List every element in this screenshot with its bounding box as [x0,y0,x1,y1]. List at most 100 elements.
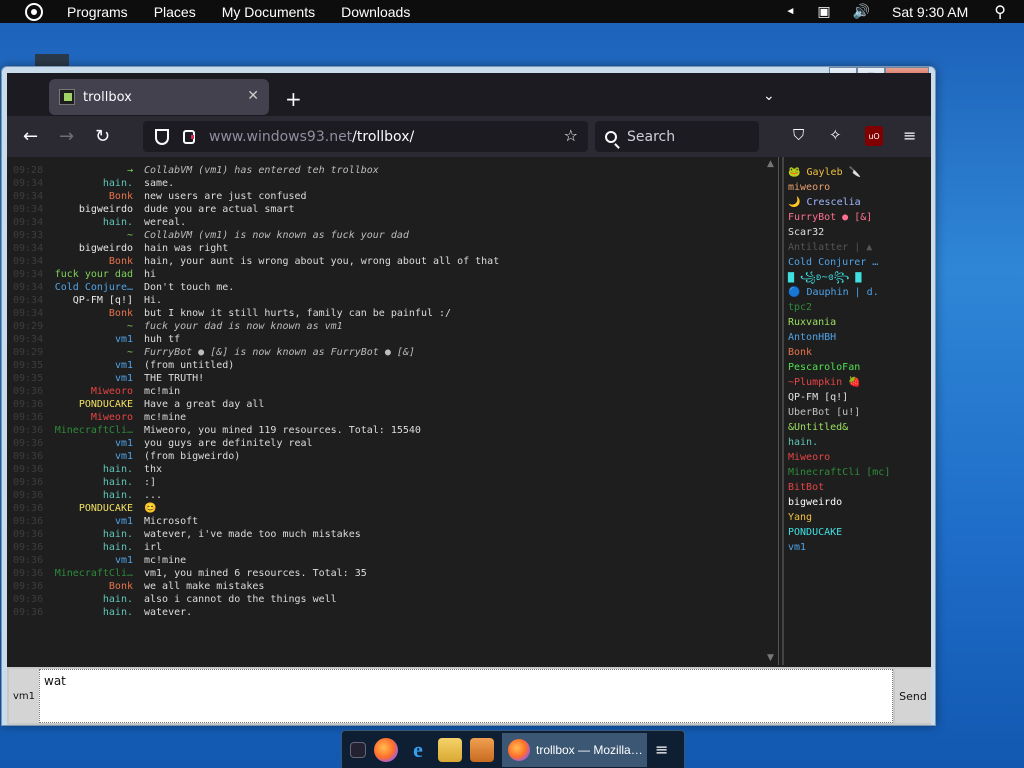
message-nick[interactable]: ~ [127,229,133,242]
show-desktop-icon[interactable] [350,741,366,758]
taskbar-menu-icon[interactable]: ≡ [655,740,668,759]
message-nick[interactable]: hain. [103,593,133,606]
user-list-item[interactable]: QP-FM [q!] [788,390,931,405]
message-nick[interactable]: PONDUCAKE [79,502,133,515]
menu-places[interactable]: Places [154,4,196,20]
message-nick[interactable]: hain. [103,476,133,489]
message-nick[interactable]: Miweoro [91,411,133,424]
user-list-item[interactable]: Yang [788,510,931,525]
message-nick[interactable]: PONDUCAKE [79,398,133,411]
message-nick[interactable]: vm1 [115,554,133,567]
back-arrow-icon[interactable]: ← [23,126,38,147]
tab-trollbox[interactable]: trollbox ✕ [49,79,269,115]
user-list-item[interactable]: bigweirdo [788,495,931,510]
message-nick[interactable]: vm1 [115,359,133,372]
tray-arrow-icon[interactable]: ◄ [785,6,795,17]
search-icon[interactable]: ⚲ [994,2,1006,22]
user-list-item[interactable]: &Untitled& [788,420,931,435]
message-nick[interactable]: hain. [103,528,133,541]
send-button[interactable]: Send [895,669,931,723]
message-nick[interactable]: hain. [103,541,133,554]
nick-button[interactable]: vm1 [9,669,39,723]
start-menu-icon[interactable] [25,2,43,21]
message-nick[interactable]: fuck your dad [55,268,133,281]
message-nick[interactable]: QP-FM [q!] [73,294,133,307]
message-nick[interactable]: vm1 [115,372,133,385]
message-nick[interactable]: hain. [103,463,133,476]
user-list-item[interactable]: PescaroloFan [788,360,931,375]
url-bar[interactable]: www.windows93.net/trollbox/ ☆ [143,121,588,152]
list-tabs-chevron-icon[interactable]: ⌄ [763,88,775,104]
message-nick[interactable]: hain. [103,606,133,619]
menu-my-documents[interactable]: My Documents [222,4,315,20]
reload-icon[interactable]: ↻ [95,126,110,147]
message-nick[interactable]: ~ [127,346,133,359]
user-list-item[interactable]: tpc2 [788,300,931,315]
user-list-item[interactable]: Cold Conjurer … [788,255,931,270]
scroll-down-icon[interactable]: ▼ [767,653,774,663]
user-list-item[interactable]: 🔵 Dauphin | d. [788,285,931,300]
user-list-item[interactable]: UberBot [u!] [788,405,931,420]
tab-close-icon[interactable]: ✕ [247,88,259,104]
user-list-item[interactable]: PONDUCAKE [788,525,931,540]
firefox-icon[interactable] [374,737,398,762]
clock[interactable]: Sat 9:30 AM [892,4,968,20]
taskbar-item-firefox[interactable]: trollbox — Mozilla… [502,732,647,767]
scroll-up-icon[interactable]: ▲ [767,159,774,169]
message-nick[interactable]: Bonk [109,190,133,203]
message-nick[interactable]: Miweoro [91,385,133,398]
message-nick[interactable]: vm1 [115,333,133,346]
user-list-item[interactable]: miweoro [788,180,931,195]
user-list-item[interactable]: vm1 [788,540,931,555]
message-nick[interactable]: Cold Conjure… [55,281,133,294]
message-nick[interactable]: bigweirdo [79,242,133,255]
user-list-item[interactable]: hain. [788,435,931,450]
message-nick[interactable]: vm1 [115,515,133,528]
message-nick[interactable]: ~ [127,320,133,333]
message-input[interactable]: wat [39,669,893,723]
message-nick[interactable]: Bonk [109,307,133,320]
message-nick[interactable]: Bonk [109,255,133,268]
user-list-item[interactable]: ▇ ꧁ʚ~ɞ꧂ ▇ [788,270,931,285]
user-list-item[interactable]: 🌙 Crescelia [788,195,931,210]
media-player-icon[interactable] [470,737,494,762]
user-list-item[interactable]: ~Plumpkin 🍓 [788,375,931,390]
message-nick[interactable]: MinecraftCli… [55,424,133,437]
user-list-item[interactable]: Miweoro [788,450,931,465]
user-list-item[interactable]: Antilatter | ▲ [788,240,931,255]
message-nick[interactable]: → [127,164,133,177]
extensions-icon[interactable]: ✧ [829,126,842,144]
file-manager-icon[interactable] [438,737,462,762]
message-nick[interactable]: hain. [103,489,133,502]
bookmark-star-icon[interactable]: ☆ [564,126,578,145]
internet-explorer-icon[interactable]: e [406,737,430,762]
message-nick[interactable]: vm1 [115,450,133,463]
message-nick[interactable]: bigweirdo [79,203,133,216]
menu-programs[interactable]: Programs [67,4,128,20]
user-list-item[interactable]: BitBot [788,480,931,495]
hamburger-menu-icon[interactable]: ≡ [903,126,916,145]
chat-log[interactable]: 09:28 → CollabVM (vm1) has entered teh tro… [9,157,779,665]
pocket-icon[interactable]: ⛉ [793,126,804,144]
user-list-item[interactable]: MinecraftCli [mc] [788,465,931,480]
user-list-item[interactable]: FurryBot ● [&] [788,210,931,225]
network-icon[interactable]: ▣ [817,3,830,20]
volume-icon[interactable]: 🔊 [853,3,870,20]
user-list-item[interactable]: Ruxvania [788,315,931,330]
ublock-icon[interactable]: uO [865,126,883,146]
message-nick[interactable]: hain. [103,216,133,229]
message-nick[interactable]: hain. [103,177,133,190]
message-nick[interactable]: Bonk [109,580,133,593]
user-list-item[interactable]: Scar32 [788,225,931,240]
message-nick[interactable]: MinecraftCli… [55,567,133,580]
shield-icon[interactable] [155,128,169,145]
new-tab-button[interactable]: + [285,87,302,111]
user-list-item[interactable]: Bonk [788,345,931,360]
message-nick[interactable]: vm1 [115,437,133,450]
user-list-item[interactable]: AntonHBH [788,330,931,345]
forward-arrow-icon[interactable]: → [59,126,74,147]
user-list-item[interactable]: 🐸 Gayleb 🔪 [788,165,931,180]
search-input[interactable]: Search [595,121,759,152]
chat-scrollbar[interactable]: ▲ ▼ [765,157,777,665]
lock-icon[interactable] [183,129,195,144]
